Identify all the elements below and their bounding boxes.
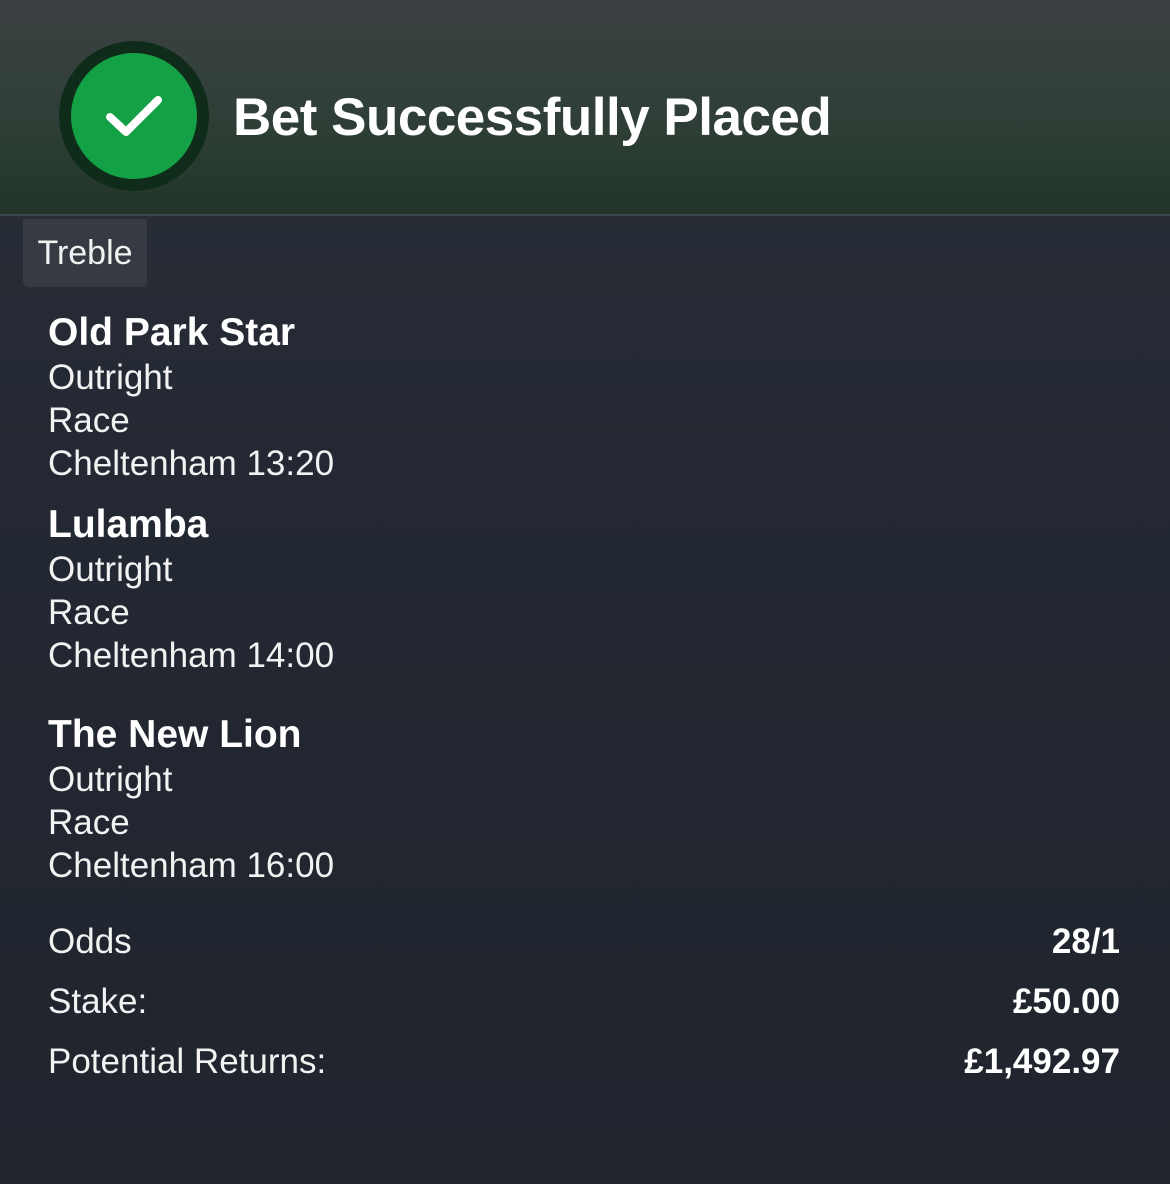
confirmation-title: Bet Successfully Placed (233, 88, 832, 147)
selection-event-type: Race (48, 401, 130, 440)
selection-market: Outright (48, 550, 173, 589)
bet-type-tag: Treble (23, 219, 147, 287)
returns-row: Potential Returns: £1,492.97 (48, 1040, 1120, 1084)
check-icon (106, 96, 162, 136)
confirmation-header: Bet Successfully Placed (0, 0, 1170, 216)
selection-market: Outright (48, 358, 173, 397)
success-circle (71, 53, 197, 179)
selection-name: Lulamba (48, 503, 209, 546)
returns-value: £1,492.97 (964, 1042, 1120, 1081)
stake-label: Stake: (48, 982, 148, 1021)
odds-label: Odds (48, 922, 132, 961)
stake-row: Stake: £50.00 (48, 980, 1120, 1024)
selection-market: Outright (48, 760, 173, 799)
selection-item: Old Park Star Outright Race Cheltenham 1… (48, 310, 334, 485)
selection-event: Cheltenham 13:20 (48, 444, 335, 483)
stake-value: £50.00 (1012, 982, 1120, 1021)
selection-name: Old Park Star (48, 311, 296, 354)
selection-event: Cheltenham 14:00 (48, 636, 335, 675)
selection-item: The New Lion Outright Race Cheltenham 16… (48, 712, 334, 887)
selection-item: Lulamba Outright Race Cheltenham 14:00 (48, 502, 334, 677)
selection-event: Cheltenham 16:00 (48, 846, 335, 885)
odds-value: 28/1 (1051, 922, 1120, 961)
success-badge (59, 41, 209, 191)
returns-label: Potential Returns: (48, 1042, 327, 1081)
selection-event-type: Race (48, 803, 130, 842)
odds-row: Odds 28/1 (48, 920, 1120, 964)
selection-name: The New Lion (48, 713, 302, 756)
selection-event-type: Race (48, 593, 130, 632)
